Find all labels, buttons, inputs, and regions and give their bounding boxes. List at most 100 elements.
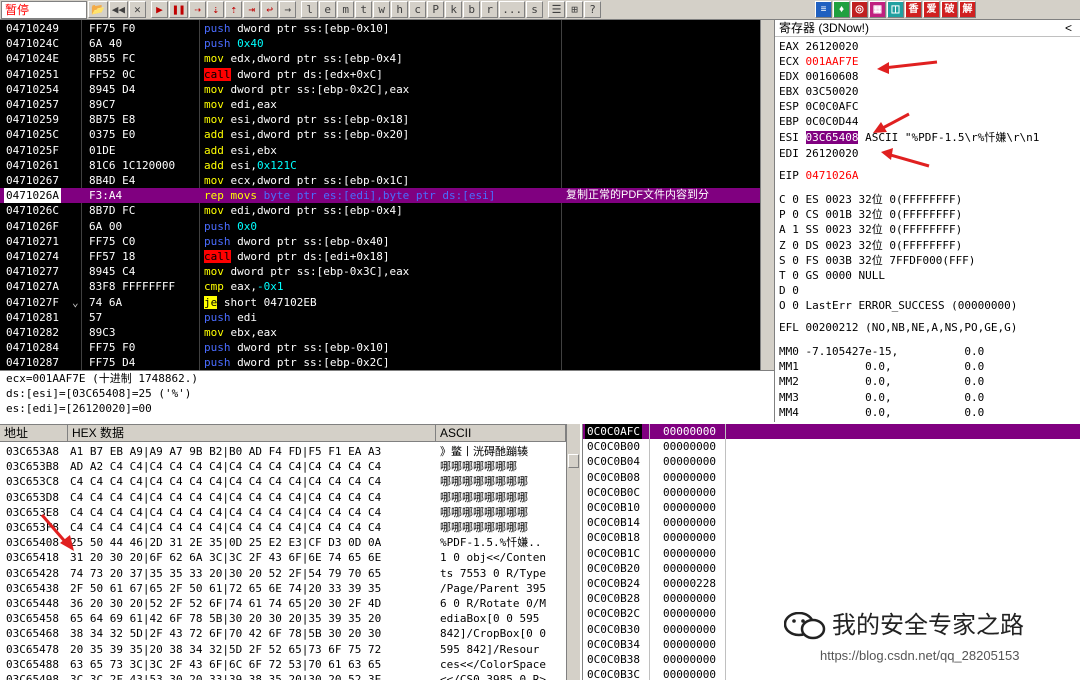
dump-ascii[interactable]: 哪哪哪哪哪哪哪 — [440, 459, 517, 474]
stack-address[interactable]: 0C0C0B10 — [587, 500, 640, 515]
disassembly-pane[interactable]: 04710249 FF75 F0 push dword ptr ss:[ebp-0x… — [0, 20, 760, 370]
dump-row[interactable]: 03C653C8 C4 C4 C4 C4|C4 C4 C4 C4|C4 C4 C4… — [0, 474, 566, 489]
dump-row[interactable]: 03C653E8 C4 C4 C4 C4|C4 C4 C4 C4|C4 C4 C4… — [0, 505, 566, 520]
dump-ascii[interactable]: 哪哪哪哪哪哪哪哪 — [440, 490, 528, 505]
dump-scrollbar[interactable] — [566, 424, 580, 680]
disasm-instruction[interactable]: push 0x40 — [204, 36, 264, 51]
disasm-instruction[interactable]: add esi,ebx — [204, 143, 277, 158]
stack-address[interactable]: 0C0C0B1C — [587, 546, 640, 561]
toolbar-button[interactable]: k — [445, 1, 463, 18]
disasm-row[interactable]: 04710284 FF75 F0 push dword ptr ss:[ebp-0x… — [0, 340, 760, 355]
toolbar-button[interactable]: ↩ — [261, 1, 279, 18]
toolbar-button[interactable]: e — [319, 1, 337, 18]
disasm-instruction[interactable]: push dword ptr ss:[ebp-0x10] — [204, 21, 389, 36]
toolbar-button[interactable]: ⇡ — [225, 1, 243, 18]
stack-row[interactable]: 0C0C0B18 00000000 — [583, 530, 1080, 545]
toolbar-button[interactable]: l — [301, 1, 319, 18]
flag-row[interactable]: O 0 LastErr ERROR_SUCCESS (00000000) — [779, 298, 1017, 313]
disasm-row[interactable]: 0471025F 01DE add esi,ebx — [0, 143, 760, 158]
stack-value[interactable]: 00000000 — [663, 485, 716, 500]
dump-address[interactable]: 03C653B8 — [6, 459, 59, 474]
flag-row[interactable]: C 0 ES 0023 32位 0(FFFFFFFF) — [779, 192, 962, 207]
stack-address[interactable]: 0C0C0B04 — [587, 454, 640, 469]
stack-address[interactable]: 0C0C0B30 — [587, 622, 640, 637]
disasm-address[interactable]: 0471026F — [6, 219, 59, 234]
scroll-thumb[interactable] — [568, 454, 579, 468]
disasm-row[interactable]: 0471026C 8B7D FC mov edi,dword ptr ss:[ebp… — [0, 203, 760, 218]
dump-address[interactable]: 03C65468 — [6, 626, 59, 641]
dump-hex[interactable]: 63 65 73 3C|3C 2F 43 6F|6C 6F 72 53|70 6… — [70, 657, 381, 672]
disasm-instruction[interactable]: push 0x0 — [204, 219, 257, 234]
disasm-address[interactable]: 04710274 — [6, 249, 59, 264]
toolbar-plugin-button[interactable]: 破 — [941, 1, 958, 18]
stack-value[interactable]: 00000000 — [663, 561, 716, 576]
disasm-row[interactable]: 04710249 FF75 F0 push dword ptr ss:[ebp-0x… — [0, 21, 760, 36]
dump-ascii[interactable]: /Page/Parent 395 — [440, 581, 546, 596]
disasm-instruction[interactable]: push dword ptr ss:[ebp-0x40] — [204, 234, 389, 249]
disasm-instruction[interactable]: rep movs byte ptr es:[edi],byte ptr ds:[… — [204, 188, 495, 203]
dump-ascii[interactable]: 哪哪哪哪哪哪哪哪 — [440, 505, 528, 520]
dump-header-ascii[interactable]: ASCII — [436, 425, 566, 442]
toolbar-button[interactable]: → — [279, 1, 297, 18]
stack-address[interactable]: 0C0C0B08 — [587, 470, 640, 485]
stack-address[interactable]: 0C0C0B20 — [587, 561, 640, 576]
disasm-address[interactable]: 0471025F — [6, 143, 59, 158]
toolbar-button[interactable]: ⇢ — [189, 1, 207, 18]
disasm-instruction[interactable]: mov dword ptr ss:[ebp-0x2C],eax — [204, 82, 409, 97]
disasm-row[interactable]: 04710261 81C6 1C120000 add esi,0x121C — [0, 158, 760, 173]
toolbar-plugin-button[interactable]: ♦ — [833, 1, 850, 18]
toolbar-button[interactable]: ⇥ — [243, 1, 261, 18]
disasm-row[interactable]: 04710259 8B75 E8 mov esi,dword ptr ss:[ebp… — [0, 112, 760, 127]
reg-edx[interactable]: EDX 00160608 — [779, 69, 858, 84]
disasm-address[interactable]: 04710261 — [6, 158, 59, 173]
dump-row[interactable]: 03C65428 74 73 20 37|35 35 33 20|30 20 52… — [0, 566, 566, 581]
stack-value[interactable]: 00000000 — [663, 622, 716, 637]
toolbar-plugin-button[interactable]: 解 — [959, 1, 976, 18]
dump-row[interactable]: 03C653A8 A1 B7 EB A9|A9 A7 9B B2|B0 AD F4… — [0, 444, 566, 459]
mmx-register[interactable]: MM1 0.0, 0.0 — [779, 359, 984, 374]
stack-row[interactable]: 0C0C0B14 00000000 — [583, 515, 1080, 530]
dump-hex[interactable]: C4 C4 C4 C4|C4 C4 C4 C4|C4 C4 C4 C4|C4 C… — [70, 490, 381, 505]
stack-value[interactable]: 00000000 — [663, 637, 716, 652]
toolbar-button[interactable]: ? — [584, 1, 602, 18]
disasm-address[interactable]: 04710259 — [6, 112, 59, 127]
toolbar-button[interactable]: ❚❚ — [168, 1, 189, 18]
toolbar-button[interactable]: ▶ — [150, 1, 168, 18]
stack-address[interactable]: 0C0C0B00 — [587, 439, 640, 454]
toolbar-button[interactable]: P — [427, 1, 445, 18]
dump-address[interactable]: 03C653A8 — [6, 444, 59, 459]
dump-hex[interactable]: 31 20 30 20|6F 62 6A 3C|3C 2F 43 6F|6E 7… — [70, 550, 381, 565]
toolbar-plugin-button[interactable]: 香 — [905, 1, 922, 18]
toolbar-button[interactable]: 📂 — [88, 1, 108, 18]
dump-address[interactable]: 03C653D8 — [6, 490, 59, 505]
disasm-instruction[interactable]: mov ebx,eax — [204, 325, 277, 340]
disasm-instruction[interactable]: mov edi,dword ptr ss:[ebp-0x4] — [204, 203, 403, 218]
stack-address[interactable]: 0C0C0B3C — [587, 667, 640, 680]
reg-esp[interactable]: ESP 0C0C0AFC — [779, 99, 858, 114]
disasm-instruction[interactable]: push edi — [204, 310, 257, 325]
mmx-register[interactable]: MM3 0.0, 0.0 — [779, 390, 984, 405]
stack-address[interactable]: 0C0C0B24 — [587, 576, 640, 591]
toolbar-button[interactable]: h — [391, 1, 409, 18]
disasm-address[interactable]: 0471025C — [6, 127, 59, 142]
disasm-address[interactable]: 04710281 — [6, 310, 59, 325]
dump-hex[interactable]: 20 35 39 35|20 38 34 32|5D 2F 52 65|73 6… — [70, 642, 381, 657]
stack-value[interactable]: 00000000 — [663, 530, 716, 545]
dump-address[interactable]: 03C65458 — [6, 611, 59, 626]
stack-row[interactable]: 0C0C0B00 00000000 — [583, 439, 1080, 454]
dump-ascii[interactable]: 》鳖丨洸碍酏蹦辏 — [440, 444, 528, 459]
mmx-register[interactable]: MM2 0.0, 0.0 — [779, 374, 984, 389]
reg-esi[interactable]: ESI 03C65408 ASCII "%PDF-1.5\r%忏嫌\r\n1 — [779, 130, 1039, 145]
dump-row[interactable]: 03C653F8 C4 C4 C4 C4|C4 C4 C4 C4|C4 C4 C4… — [0, 520, 566, 535]
stack-value[interactable]: 00000000 — [663, 606, 716, 621]
stack-address[interactable]: 0C0C0B0C — [587, 485, 640, 500]
stack-address[interactable]: 0C0C0B14 — [587, 515, 640, 530]
dump-row[interactable]: 03C653D8 C4 C4 C4 C4|C4 C4 C4 C4|C4 C4 C4… — [0, 490, 566, 505]
dump-ascii[interactable]: 595 842]/Resour — [440, 642, 539, 657]
stack-value[interactable]: 00000000 — [663, 546, 716, 561]
disasm-row[interactable]: 04710281 57 push edi — [0, 310, 760, 325]
disasm-instruction[interactable]: mov dword ptr ss:[ebp-0x3C],eax — [204, 264, 409, 279]
reg-efl[interactable]: EFL 00200212 (NO,NB,NE,A,NS,PO,GE,G) — [779, 320, 1017, 335]
dump-address[interactable]: 03C65408 — [6, 535, 59, 550]
reg-eax[interactable]: EAX 26120020 — [779, 39, 858, 54]
